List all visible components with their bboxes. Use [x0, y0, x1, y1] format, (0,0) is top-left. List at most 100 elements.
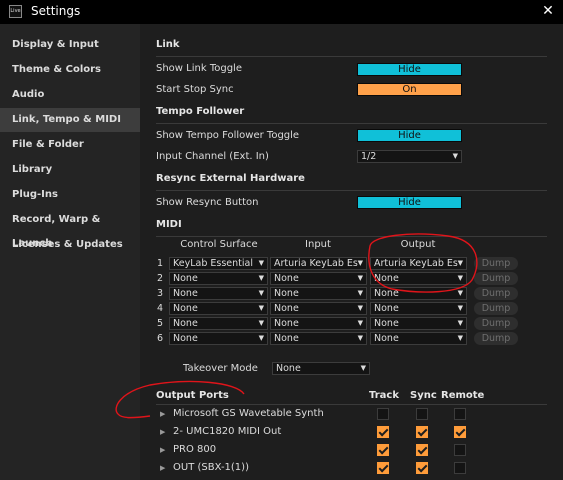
port-remote-checkbox[interactable]: [454, 426, 466, 438]
port-sync-checkbox[interactable]: [416, 408, 428, 420]
midi-output-value: None: [374, 303, 399, 314]
port-sync-checkbox[interactable]: [416, 462, 428, 474]
midi-input-value: None: [274, 303, 299, 314]
chevron-down-icon: ▼: [258, 304, 264, 312]
show-tempo-follower-toggle-button[interactable]: Hide: [357, 129, 462, 142]
chevron-down-icon: ▼: [357, 259, 363, 267]
control-surface-dropdown[interactable]: KeyLab Essential ▼: [169, 257, 268, 270]
sidebar-item-record-warp-launch[interactable]: Record, Warp & Launch: [0, 208, 140, 249]
port-sync-checkbox[interactable]: [416, 426, 428, 438]
port-sync-checkbox[interactable]: [416, 444, 428, 456]
dump-button[interactable]: Dump: [474, 272, 518, 285]
input-channel-dropdown[interactable]: 1/2 ▼: [357, 150, 462, 163]
midi-output-dropdown[interactable]: None ▼: [370, 287, 467, 300]
show-resync-button-label: Show Resync Button: [156, 197, 259, 208]
chevron-down-icon: ▼: [258, 319, 264, 327]
midi-input-dropdown[interactable]: None ▼: [270, 317, 367, 330]
port-remote-checkbox[interactable]: [454, 444, 466, 456]
midi-input-dropdown[interactable]: None ▼: [270, 287, 367, 300]
sidebar-item-theme-colors[interactable]: Theme & Colors: [0, 58, 140, 82]
chevron-down-icon: ▼: [258, 274, 264, 282]
column-header-remote: Remote: [441, 390, 485, 401]
sidebar-item-licenses-updates[interactable]: Licenses & Updates: [0, 233, 140, 257]
dump-button[interactable]: Dump: [474, 302, 518, 315]
midi-output-dropdown[interactable]: None ▼: [370, 302, 467, 315]
chevron-down-icon: ▼: [258, 259, 264, 267]
port-track-checkbox[interactable]: [377, 462, 389, 474]
control-surface-dropdown[interactable]: None ▼: [169, 287, 268, 300]
control-surface-dropdown[interactable]: None ▼: [169, 317, 268, 330]
midi-row-number: 3: [156, 288, 164, 299]
chevron-down-icon: ▼: [457, 319, 463, 327]
port-track-checkbox[interactable]: [377, 426, 389, 438]
port-track-checkbox[interactable]: [377, 408, 389, 420]
close-icon[interactable]: ✕: [533, 0, 563, 24]
sidebar-item-audio[interactable]: Audio: [0, 83, 140, 107]
midi-output-dropdown[interactable]: None ▼: [370, 317, 467, 330]
column-header-sync: Sync: [410, 390, 437, 401]
control-surface-dropdown[interactable]: None ▼: [169, 272, 268, 285]
start-stop-sync-button[interactable]: On: [357, 83, 462, 96]
show-resync-button-toggle[interactable]: Hide: [357, 196, 462, 209]
dump-button[interactable]: Dump: [474, 257, 518, 270]
show-link-toggle-button[interactable]: Hide: [357, 63, 462, 76]
title-bar: Live Settings ✕: [0, 0, 563, 24]
midi-row-number: 5: [156, 318, 164, 329]
port-remote-checkbox[interactable]: [454, 408, 466, 420]
sidebar-item-file-folder[interactable]: File & Folder: [0, 133, 140, 157]
port-remote-checkbox[interactable]: [454, 462, 466, 474]
midi-output-dropdown[interactable]: Arturia KeyLab Es ▼: [370, 257, 467, 270]
midi-output-dropdown[interactable]: None ▼: [370, 332, 467, 345]
sidebar-item-link-tempo-midi[interactable]: Link, Tempo & MIDI: [0, 108, 140, 132]
section-title-midi: MIDI: [156, 219, 182, 230]
midi-input-dropdown[interactable]: None ▼: [270, 302, 367, 315]
control-surface-value: KeyLab Essential: [173, 258, 253, 269]
section-title-resync: Resync External Hardware: [156, 173, 305, 184]
midi-output-value: None: [374, 333, 399, 344]
midi-output-dropdown[interactable]: None ▼: [370, 272, 467, 285]
midi-input-dropdown[interactable]: None ▼: [270, 272, 367, 285]
output-port-name: OUT (SBX-1(1)): [173, 462, 249, 473]
dump-button[interactable]: Dump: [474, 287, 518, 300]
section-title-link: Link: [156, 39, 180, 50]
dump-button[interactable]: Dump: [474, 332, 518, 345]
takeover-mode-dropdown[interactable]: None ▼: [272, 362, 370, 375]
midi-input-value: None: [274, 273, 299, 284]
chevron-down-icon: ▼: [457, 274, 463, 282]
control-surface-dropdown[interactable]: None ▼: [169, 332, 268, 345]
chevron-down-icon: ▼: [457, 259, 463, 267]
sidebar-item-plug-ins[interactable]: Plug-Ins: [0, 183, 140, 207]
chevron-down-icon: ▼: [258, 334, 264, 342]
chevron-down-icon: ▼: [457, 304, 463, 312]
expand-triangle-icon[interactable]: ▶: [160, 428, 165, 436]
column-header-output: Output: [400, 239, 436, 250]
port-track-checkbox[interactable]: [377, 444, 389, 456]
section-divider: [156, 404, 547, 405]
expand-triangle-icon[interactable]: ▶: [160, 410, 165, 418]
live-app-icon: Live: [9, 5, 22, 18]
expand-triangle-icon[interactable]: ▶: [160, 464, 165, 472]
midi-row-number: 6: [156, 333, 164, 344]
dump-button[interactable]: Dump: [474, 317, 518, 330]
midi-input-dropdown[interactable]: Arturia KeyLab Es ▼: [270, 257, 367, 270]
midi-input-value: None: [274, 288, 299, 299]
input-channel-value: 1/2: [361, 151, 377, 162]
start-stop-sync-label: Start Stop Sync: [156, 84, 234, 95]
takeover-mode-value: None: [276, 363, 301, 374]
column-header-control-surface: Control Surface: [180, 239, 258, 250]
settings-main-panel: Link Show Link Toggle Hide Start Stop Sy…: [140, 24, 563, 480]
window-title: Settings: [31, 4, 81, 18]
chevron-down-icon: ▼: [357, 304, 363, 312]
sidebar-item-display-input[interactable]: Display & Input: [0, 33, 140, 57]
sidebar-item-library[interactable]: Library: [0, 158, 140, 182]
midi-input-value: None: [274, 333, 299, 344]
section-divider: [156, 190, 547, 191]
output-port-name: Microsoft GS Wavetable Synth: [173, 408, 324, 419]
control-surface-value: None: [173, 303, 198, 314]
control-surface-dropdown[interactable]: None ▼: [169, 302, 268, 315]
expand-triangle-icon[interactable]: ▶: [160, 446, 165, 454]
midi-input-value: Arturia KeyLab Es: [274, 258, 358, 269]
midi-input-dropdown[interactable]: None ▼: [270, 332, 367, 345]
output-port-name: PRO 800: [173, 444, 217, 455]
midi-output-value: None: [374, 288, 399, 299]
